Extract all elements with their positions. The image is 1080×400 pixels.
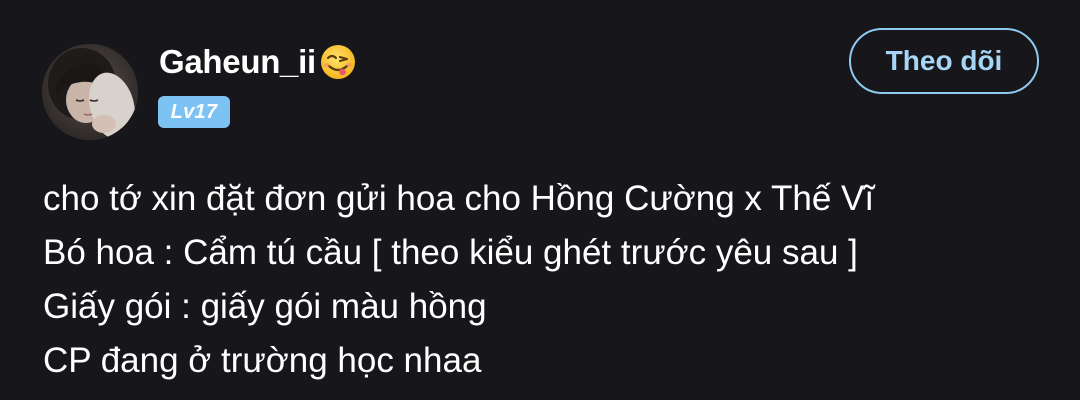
comment-post: Gaheun_ii Lv17 Theo dõi cho tớ xin đặt đ… xyxy=(0,0,1080,400)
level-badge: Lv17 xyxy=(158,96,230,128)
content-line: Bó hoa : Cẩm tú cầu [ theo kiểu ghét trư… xyxy=(43,233,858,272)
avatar-photo-icon xyxy=(42,44,138,140)
content-line: Giấy gói : giấy gói màu hồng xyxy=(43,287,487,326)
author-name-row: Gaheun_ii xyxy=(159,40,358,84)
content-line: cho tớ xin đặt đơn gửi hoa cho Hồng Cườn… xyxy=(43,179,875,218)
content-line: CP đang ở trường học nhaa xyxy=(43,341,482,380)
comment-content: cho tớ xin đặt đơn gửi hoa cho Hồng Cườn… xyxy=(43,172,1043,388)
author-username[interactable]: Gaheun_ii xyxy=(159,40,316,84)
face-savoring-food-emoji-icon xyxy=(318,42,358,82)
follow-button[interactable]: Theo dõi xyxy=(849,28,1039,94)
avatar[interactable] xyxy=(42,44,138,140)
